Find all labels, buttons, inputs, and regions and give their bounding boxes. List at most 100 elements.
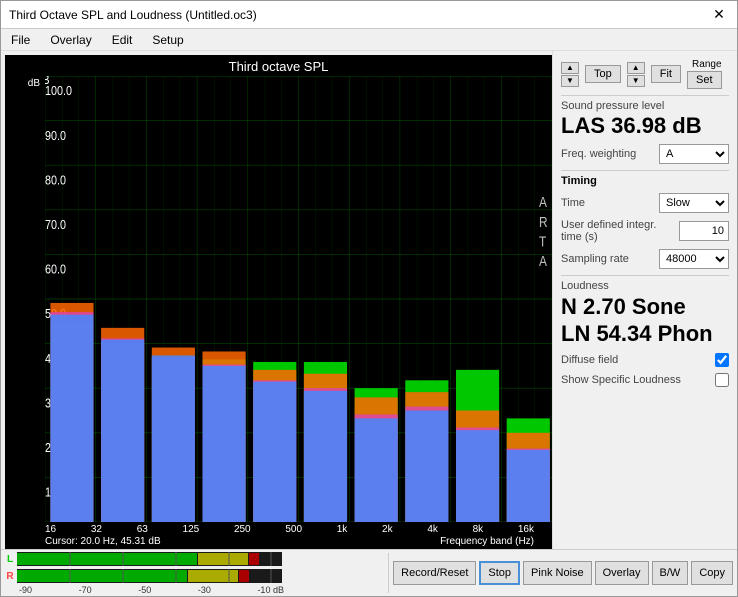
x-label-8k: 8k xyxy=(473,524,484,535)
window-title: Third Octave SPL and Loudness (Untitled.… xyxy=(9,8,257,22)
x-label-2k: 2k xyxy=(382,524,393,535)
timing-section: Timing xyxy=(561,170,729,187)
spl-value: LAS 36.98 dB xyxy=(561,114,729,138)
svg-text:A: A xyxy=(539,194,547,210)
chart-container: dB xyxy=(5,76,552,549)
tick-minus30: -30 xyxy=(198,585,211,595)
meter-left-label: L xyxy=(5,554,15,565)
svg-text:dB: dB xyxy=(45,76,50,87)
meter-right-row: R xyxy=(5,568,384,584)
bottom-bar: L xyxy=(1,549,737,596)
bottom-buttons: Record/Reset Stop Pink Noise Overlay B/W… xyxy=(393,561,733,585)
top-controls: ▲ ▼ Top ▲ ▼ Fit Range Set xyxy=(561,59,729,89)
meter-right-svg xyxy=(17,569,282,583)
spl-section-label: Sound pressure level xyxy=(561,100,729,112)
x-axis-labels: 16 32 63 125 250 500 1k 2k 4k 8k 16k xyxy=(45,524,552,535)
main-content: Third octave SPL dB xyxy=(1,51,737,549)
loudness-value-line1: N 2.70 Sone xyxy=(561,294,729,320)
set-button[interactable]: Set xyxy=(687,71,722,89)
diffuse-field-label: Diffuse field xyxy=(561,354,711,366)
pink-noise-button[interactable]: Pink Noise xyxy=(523,561,592,585)
title-bar: Third Octave SPL and Loudness (Untitled.… xyxy=(1,1,737,29)
overlay-button[interactable]: Overlay xyxy=(595,561,649,585)
svg-text:70.0: 70.0 xyxy=(45,217,66,232)
svg-text:R: R xyxy=(539,214,548,230)
x-label-63: 63 xyxy=(137,524,148,535)
menu-setup[interactable]: Setup xyxy=(146,31,189,49)
menu-bar: File Overlay Edit Setup xyxy=(1,29,737,51)
meter-left-row: L xyxy=(5,551,384,567)
svg-text:60.0: 60.0 xyxy=(45,262,66,277)
x-label-4k: 4k xyxy=(427,524,438,535)
loudness-label: Loudness xyxy=(561,280,729,292)
menu-edit[interactable]: Edit xyxy=(106,31,139,49)
x-label-16: 16 xyxy=(45,524,56,535)
top-button[interactable]: Top xyxy=(585,65,621,83)
diffuse-field-checkbox[interactable] xyxy=(715,353,729,367)
svg-text:A: A xyxy=(539,253,547,269)
divider xyxy=(388,553,389,593)
meter-right-label: R xyxy=(5,571,15,582)
diffuse-field-row: Diffuse field xyxy=(561,353,729,367)
loudness-value-line2: LN 54.34 Phon xyxy=(561,321,729,347)
time-select[interactable]: Slow Fast Impulse Leq xyxy=(659,193,729,213)
tick-minus10: -10 dB xyxy=(257,585,284,595)
chart-svg-wrapper: 100.0 90.0 80.0 70.0 60.0 50.0 40.0 30.0… xyxy=(45,76,552,522)
y-axis-title: dB xyxy=(5,78,43,89)
timing-label: Timing xyxy=(561,175,729,187)
fit-spinners: ▲ ▼ xyxy=(627,62,645,87)
x-axis-area: 16 32 63 125 250 500 1k 2k 4k 8k 16k Cur… xyxy=(5,522,552,549)
svg-text:80.0: 80.0 xyxy=(45,172,66,187)
user-integr-input[interactable]: 10 xyxy=(679,221,729,241)
sampling-rate-label: Sampling rate xyxy=(561,253,655,265)
cursor-info: Cursor: 20.0 Hz, 45.31 dB xyxy=(45,536,161,547)
meter-left-svg xyxy=(17,552,282,566)
x-label-1k: 1k xyxy=(337,524,348,535)
show-specific-loudness-checkbox[interactable] xyxy=(715,373,729,387)
fit-down-button[interactable]: ▼ xyxy=(627,75,645,87)
show-specific-loudness-label: Show Specific Loudness xyxy=(561,374,711,386)
time-label: Time xyxy=(561,197,655,209)
tick-minus70: -70 xyxy=(79,585,92,595)
fit-up-button[interactable]: ▲ xyxy=(627,62,645,74)
show-specific-loudness-row: Show Specific Loudness xyxy=(561,373,729,387)
bw-button[interactable]: B/W xyxy=(652,561,689,585)
tick-minus50: -50 xyxy=(138,585,151,595)
level-meters: L xyxy=(5,551,384,595)
chart-svg: 100.0 90.0 80.0 70.0 60.0 50.0 40.0 30.0… xyxy=(45,76,552,522)
main-window: Third Octave SPL and Loudness (Untitled.… xyxy=(0,0,738,597)
stop-button[interactable]: Stop xyxy=(479,561,520,585)
x-label-16k: 16k xyxy=(518,524,534,535)
x-axis-bottom: Cursor: 20.0 Hz, 45.31 dB Frequency band… xyxy=(45,535,552,547)
time-row: Time Slow Fast Impulse Leq xyxy=(561,193,729,213)
menu-overlay[interactable]: Overlay xyxy=(44,31,97,49)
close-button[interactable]: ✕ xyxy=(709,5,729,25)
sampling-rate-select[interactable]: 44100 48000 96000 xyxy=(659,249,729,269)
x-label-500: 500 xyxy=(285,524,302,535)
svg-text:T: T xyxy=(539,233,546,249)
y-axis: dB xyxy=(5,76,45,522)
top-spinners: ▲ ▼ xyxy=(561,62,579,87)
user-integr-label: User defined integr. time (s) xyxy=(561,219,675,243)
loudness-section: Loudness N 2.70 Sone LN 54.34 Phon xyxy=(561,275,729,347)
top-up-button[interactable]: ▲ xyxy=(561,62,579,74)
freq-weighting-select[interactable]: A B C Z xyxy=(659,144,729,164)
copy-button[interactable]: Copy xyxy=(691,561,733,585)
range-label: Range xyxy=(692,59,721,70)
x-label-125: 125 xyxy=(183,524,200,535)
chart-inner: dB xyxy=(5,76,552,522)
record-reset-button[interactable]: Record/Reset xyxy=(393,561,476,585)
spl-section: Sound pressure level LAS 36.98 dB xyxy=(561,95,729,138)
menu-file[interactable]: File xyxy=(5,31,36,49)
meter-tick-labels: -90 -70 -50 -30 -10 dB xyxy=(19,585,284,595)
freq-weighting-label: Freq. weighting xyxy=(561,148,655,160)
range-section: Range Set xyxy=(687,59,722,89)
top-down-button[interactable]: ▼ xyxy=(561,75,579,87)
x-label-250: 250 xyxy=(234,524,251,535)
sampling-rate-row: Sampling rate 44100 48000 96000 xyxy=(561,249,729,269)
chart-panel: Third octave SPL dB xyxy=(5,55,552,549)
sidebar: ▲ ▼ Top ▲ ▼ Fit Range Set Sound pressure… xyxy=(552,51,737,549)
x-axis-title: Frequency band (Hz) xyxy=(440,536,534,547)
fit-button[interactable]: Fit xyxy=(651,65,681,83)
x-label-32: 32 xyxy=(91,524,102,535)
